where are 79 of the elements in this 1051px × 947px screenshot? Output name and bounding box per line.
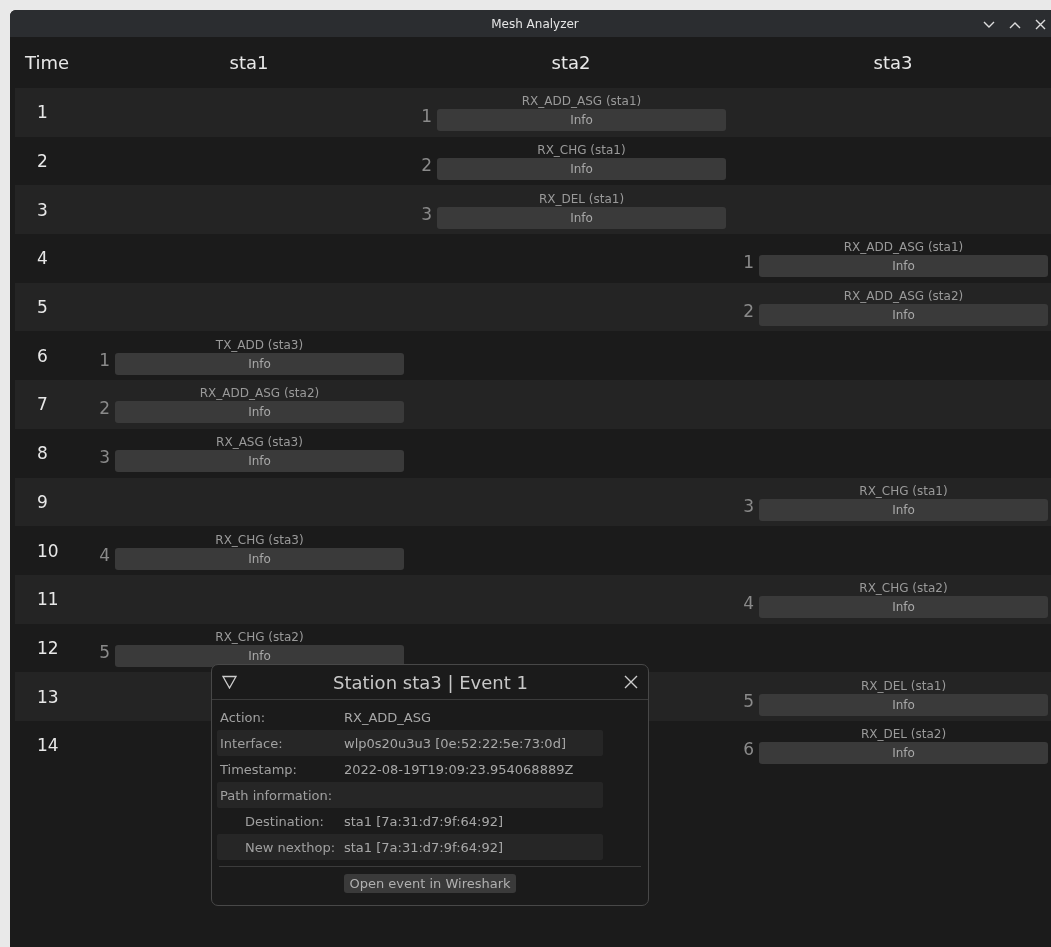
column-header: sta2 — [550, 52, 592, 73]
info-button[interactable]: Info — [115, 352, 404, 375]
event-label: RX_DEL (sta1) — [538, 190, 625, 207]
close-icon[interactable] — [624, 675, 638, 689]
event-label: RX_CHG (sta3) — [215, 531, 304, 548]
info-button[interactable]: Info — [759, 304, 1048, 327]
info-button[interactable]: Info — [437, 206, 726, 229]
time-cell-text: 5 — [36, 297, 49, 318]
info-button[interactable]: Info — [437, 109, 726, 132]
info-button[interactable]: Info — [759, 498, 1048, 521]
column-header: sta1 — [228, 52, 270, 73]
time-cell-text: 14 — [36, 735, 60, 756]
event-label: RX_DEL (sta1) — [860, 677, 947, 694]
time-cell-text: 3 — [36, 199, 49, 220]
event-number: 2 — [742, 301, 754, 322]
field-label: Path information: — [219, 787, 334, 803]
event-number: 3 — [98, 447, 110, 468]
info-button[interactable]: Info — [759, 255, 1048, 278]
time-cell-text: 8 — [36, 443, 49, 464]
event-number: 4 — [742, 593, 754, 614]
event-label: RX_CHG (sta2) — [859, 580, 948, 597]
event-number: 2 — [420, 155, 432, 176]
info-button[interactable]: Info — [115, 401, 404, 424]
popup-title: Station sta3 | Event 1 — [332, 671, 529, 693]
event-number: 4 — [98, 544, 110, 565]
field-label: New nexthop: — [244, 839, 337, 855]
event-number: 5 — [742, 690, 754, 711]
window-title: Mesh Analyzer — [491, 16, 579, 31]
event-label: RX_CHG (sta2) — [215, 628, 304, 645]
event-number: 2 — [98, 398, 110, 419]
event-label: RX_ADD_ASG (sta1) — [843, 239, 964, 256]
column-header: Time — [24, 52, 71, 73]
event-label: RX_DEL (sta2) — [860, 726, 947, 743]
info-button[interactable]: Info — [115, 450, 404, 473]
field-label: Interface: — [219, 735, 284, 751]
field-value: RX_ADD_ASG — [344, 709, 432, 725]
time-cell-text: 1 — [36, 102, 49, 123]
info-button[interactable]: Info — [759, 596, 1048, 619]
event-label: RX_CHG (sta1) — [859, 482, 948, 499]
event-label: RX_ADD_ASG (sta2) — [199, 385, 320, 402]
event-number: 5 — [98, 641, 110, 662]
time-cell-text: 11 — [36, 589, 60, 610]
time-cell-text: 2 — [36, 151, 49, 172]
event-number: 1 — [98, 349, 110, 370]
info-button[interactable]: Info — [759, 742, 1048, 765]
event-label: TX_ADD (sta3) — [215, 336, 304, 353]
field-label: Action: — [219, 709, 267, 725]
field-value: 2022-08-19T19:09:23.954068889Z — [344, 761, 574, 777]
field-value: sta1 [7a:31:d7:9f:64:92] — [344, 839, 504, 855]
info-button[interactable]: Info — [115, 547, 404, 570]
event-number: 1 — [742, 252, 754, 273]
event-number: 1 — [420, 106, 432, 127]
event-number: 3 — [420, 203, 432, 224]
field-label: Timestamp: — [219, 761, 298, 777]
info-button[interactable]: Info — [759, 693, 1048, 716]
time-cell-text: 7 — [36, 394, 49, 415]
time-cell-text: 12 — [36, 637, 60, 658]
event-number: 3 — [742, 495, 754, 516]
collapse-icon[interactable] — [222, 675, 237, 689]
field-value: sta1 [7a:31:d7:9f:64:92] — [344, 813, 504, 829]
time-cell-text: 9 — [36, 491, 49, 512]
event-label: RX_ASG (sta3) — [216, 434, 303, 451]
time-cell-text: 4 — [36, 248, 49, 269]
close-icon[interactable] — [1035, 19, 1046, 30]
time-cell-text: 6 — [36, 345, 49, 366]
event-number: 6 — [742, 739, 754, 760]
time-cell-text: 13 — [36, 686, 60, 707]
field-label: Destination: — [244, 813, 325, 829]
minimize-icon[interactable] — [983, 20, 995, 29]
maximize-icon[interactable] — [1009, 20, 1021, 29]
info-button[interactable]: Info — [437, 158, 726, 181]
column-header: sta3 — [872, 52, 914, 73]
wireshark-button[interactable]: Open event in Wireshark — [344, 874, 516, 893]
event-label: RX_ADD_ASG (sta2) — [843, 288, 964, 305]
field-value: wlp0s20u3u3 [0e:52:22:5e:73:0d] — [344, 735, 566, 751]
time-cell-text: 10 — [36, 540, 60, 561]
event-label: RX_ADD_ASG (sta1) — [521, 93, 642, 110]
event-label: RX_CHG (sta1) — [537, 142, 626, 159]
info-button[interactable]: Info — [115, 644, 404, 667]
